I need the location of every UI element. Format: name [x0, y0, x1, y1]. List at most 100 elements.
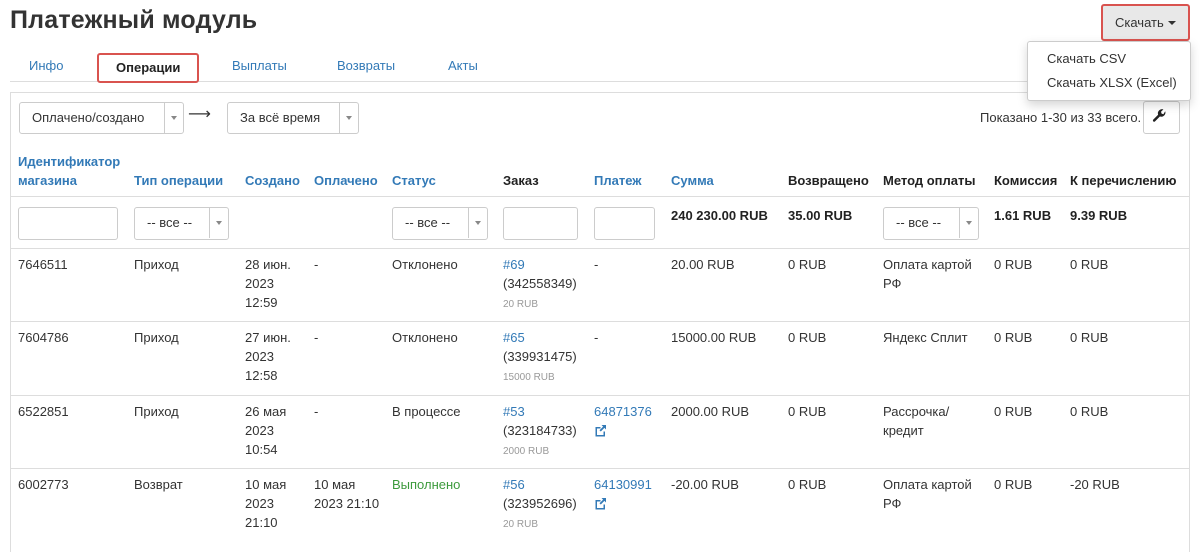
- col-paid[interactable]: Оплачено: [314, 171, 378, 190]
- payment-filter-input[interactable]: [594, 207, 655, 240]
- row-divider: [10, 321, 1190, 322]
- commission-value: 0 RUB: [994, 330, 1033, 345]
- sum-total: 240 230.00 RUB: [671, 208, 768, 223]
- payout-cell: 0 RUB: [1070, 402, 1108, 421]
- status-value: Выполнено: [392, 477, 461, 492]
- paid-value: -: [314, 404, 319, 419]
- refunded-value: 0 RUB: [788, 404, 827, 419]
- status-value: Отклонено: [392, 257, 458, 272]
- payment-link[interactable]: 64130991: [594, 477, 652, 492]
- paid-value: 10 мая 2023 21:10: [314, 477, 380, 511]
- order-link[interactable]: #69: [503, 257, 525, 272]
- created-cell: 26 мая 2023 10:54: [245, 402, 286, 459]
- col-payment[interactable]: Платеж: [594, 171, 641, 190]
- order-filter-input[interactable]: [503, 207, 578, 240]
- download-dropdown: Скачать CSV Скачать XLSX (Excel): [1027, 41, 1191, 101]
- page-title: Платежный модуль: [10, 6, 258, 34]
- tab-payouts[interactable]: Выплаты: [232, 50, 287, 81]
- sum-cell: 2000.00 RUB: [671, 402, 749, 421]
- download-button[interactable]: Скачать: [1101, 4, 1190, 41]
- shop-id-cell: 7646511: [18, 255, 68, 274]
- payment-method-cell: Рассрочка/кредит: [883, 402, 949, 440]
- commission-cell: 0 RUB: [994, 255, 1032, 274]
- operation-type-cell: Возврат: [134, 475, 183, 494]
- sum-cell: -20.00 RUB: [671, 475, 739, 494]
- tab-operations[interactable]: Операции: [97, 53, 200, 83]
- shop-id-cell: 6002773: [18, 475, 69, 494]
- payment-method-part: РФ: [883, 276, 902, 291]
- col-shop-id-line1: Идентификатор: [18, 154, 121, 169]
- period-value: За всё время: [240, 110, 321, 125]
- created-cell: 28 июн. 2023 12:59: [245, 255, 291, 312]
- payment-method-filter[interactable]: -- все --: [883, 207, 979, 240]
- refunded-cell: 0 RUB: [788, 255, 826, 274]
- status-cell: Отклонено: [392, 255, 458, 274]
- paid-value: -: [314, 330, 319, 345]
- status-filter[interactable]: -- все --: [392, 207, 488, 240]
- order-cell: #53 (323184733) 2000 RUB: [503, 402, 577, 461]
- order-link[interactable]: #56: [503, 477, 525, 492]
- payment-method-part: Яндекс Сплит: [883, 330, 968, 345]
- refunded-value: 0 RUB: [788, 257, 827, 272]
- payment-link[interactable]: 64871376: [594, 404, 652, 419]
- col-created[interactable]: Создано: [245, 171, 300, 190]
- order-amount: 2000 RUB: [503, 446, 550, 457]
- status-value: В процессе: [392, 404, 461, 419]
- order-amount: 20 RUB: [503, 519, 539, 530]
- date-type-select[interactable]: Оплачено/создано: [19, 102, 184, 134]
- created-part: 27 июн.: [245, 330, 291, 345]
- col-sum[interactable]: Сумма: [671, 171, 714, 190]
- col-status[interactable]: Статус: [392, 171, 436, 190]
- download-xlsx-item[interactable]: Скачать XLSX (Excel): [1047, 75, 1177, 90]
- payment-method-cell: Оплата картой РФ: [883, 475, 972, 513]
- created-part: 28 июн.: [245, 257, 291, 272]
- caret-down-icon: [1168, 21, 1176, 25]
- payment-cell[interactable]: 64130991: [594, 475, 652, 510]
- wrench-icon: [1152, 109, 1166, 122]
- created-part: 12:58: [245, 368, 278, 383]
- order-number: (342558349): [503, 276, 577, 291]
- period-select[interactable]: За всё время: [227, 102, 359, 134]
- created-cell: 10 мая 2023 21:10: [245, 475, 286, 532]
- order-link[interactable]: #53: [503, 404, 525, 419]
- tab-acts[interactable]: Акты: [448, 50, 478, 81]
- created-part: 2023: [245, 423, 274, 438]
- settings-button[interactable]: [1143, 101, 1180, 134]
- tab-refunds[interactable]: Возвраты: [337, 50, 395, 81]
- payout-total: 9.39 RUB: [1070, 208, 1128, 223]
- order-link[interactable]: #65: [503, 330, 525, 345]
- refunded-cell: 0 RUB: [788, 402, 826, 421]
- operation-type-cell: Приход: [134, 255, 179, 274]
- order-number: (339931475): [503, 349, 577, 364]
- created-part: 2023: [245, 496, 274, 511]
- col-shop-id-line2: магазина: [18, 173, 78, 188]
- paid-value: -: [314, 257, 319, 272]
- col-shop-id[interactable]: Идентификатор магазина: [18, 152, 120, 190]
- sum-cell: 15000.00 RUB: [671, 328, 756, 347]
- payment-cell[interactable]: 64871376: [594, 402, 652, 437]
- status-cell: Выполнено: [392, 475, 460, 494]
- order-cell: #69 (342558349) 20 RUB: [503, 255, 577, 314]
- shop-id-filter-input[interactable]: [18, 207, 118, 240]
- shop-id-cell: 6522851: [18, 402, 69, 421]
- col-operation-type[interactable]: Тип операции: [134, 171, 223, 190]
- shown-count: Показано 1-30 из 33 всего.: [980, 110, 1142, 125]
- operation-type-filter[interactable]: -- все --: [134, 207, 229, 240]
- shop-id: 7604786: [18, 330, 69, 345]
- sum-cell: 20.00 RUB: [671, 255, 735, 274]
- paid-cell: 10 мая 2023 21:10: [314, 475, 380, 513]
- created-part: 10 мая: [245, 477, 287, 492]
- created-part: 21:10: [245, 515, 278, 530]
- payment-method-part: кредит: [883, 423, 924, 438]
- status-value: Отклонено: [392, 330, 458, 345]
- paid-cell: -: [314, 402, 318, 421]
- payout-cell: -20 RUB: [1070, 475, 1120, 494]
- chevron-down-icon: [468, 208, 487, 238]
- operation-type-cell: Приход: [134, 402, 179, 421]
- commission-cell: 0 RUB: [994, 402, 1032, 421]
- external-link-icon: [595, 425, 606, 437]
- created-part: 10:54: [245, 442, 278, 457]
- paid-cell: -: [314, 328, 318, 347]
- download-csv-item[interactable]: Скачать CSV: [1047, 51, 1126, 66]
- tab-info[interactable]: Инфо: [29, 50, 63, 81]
